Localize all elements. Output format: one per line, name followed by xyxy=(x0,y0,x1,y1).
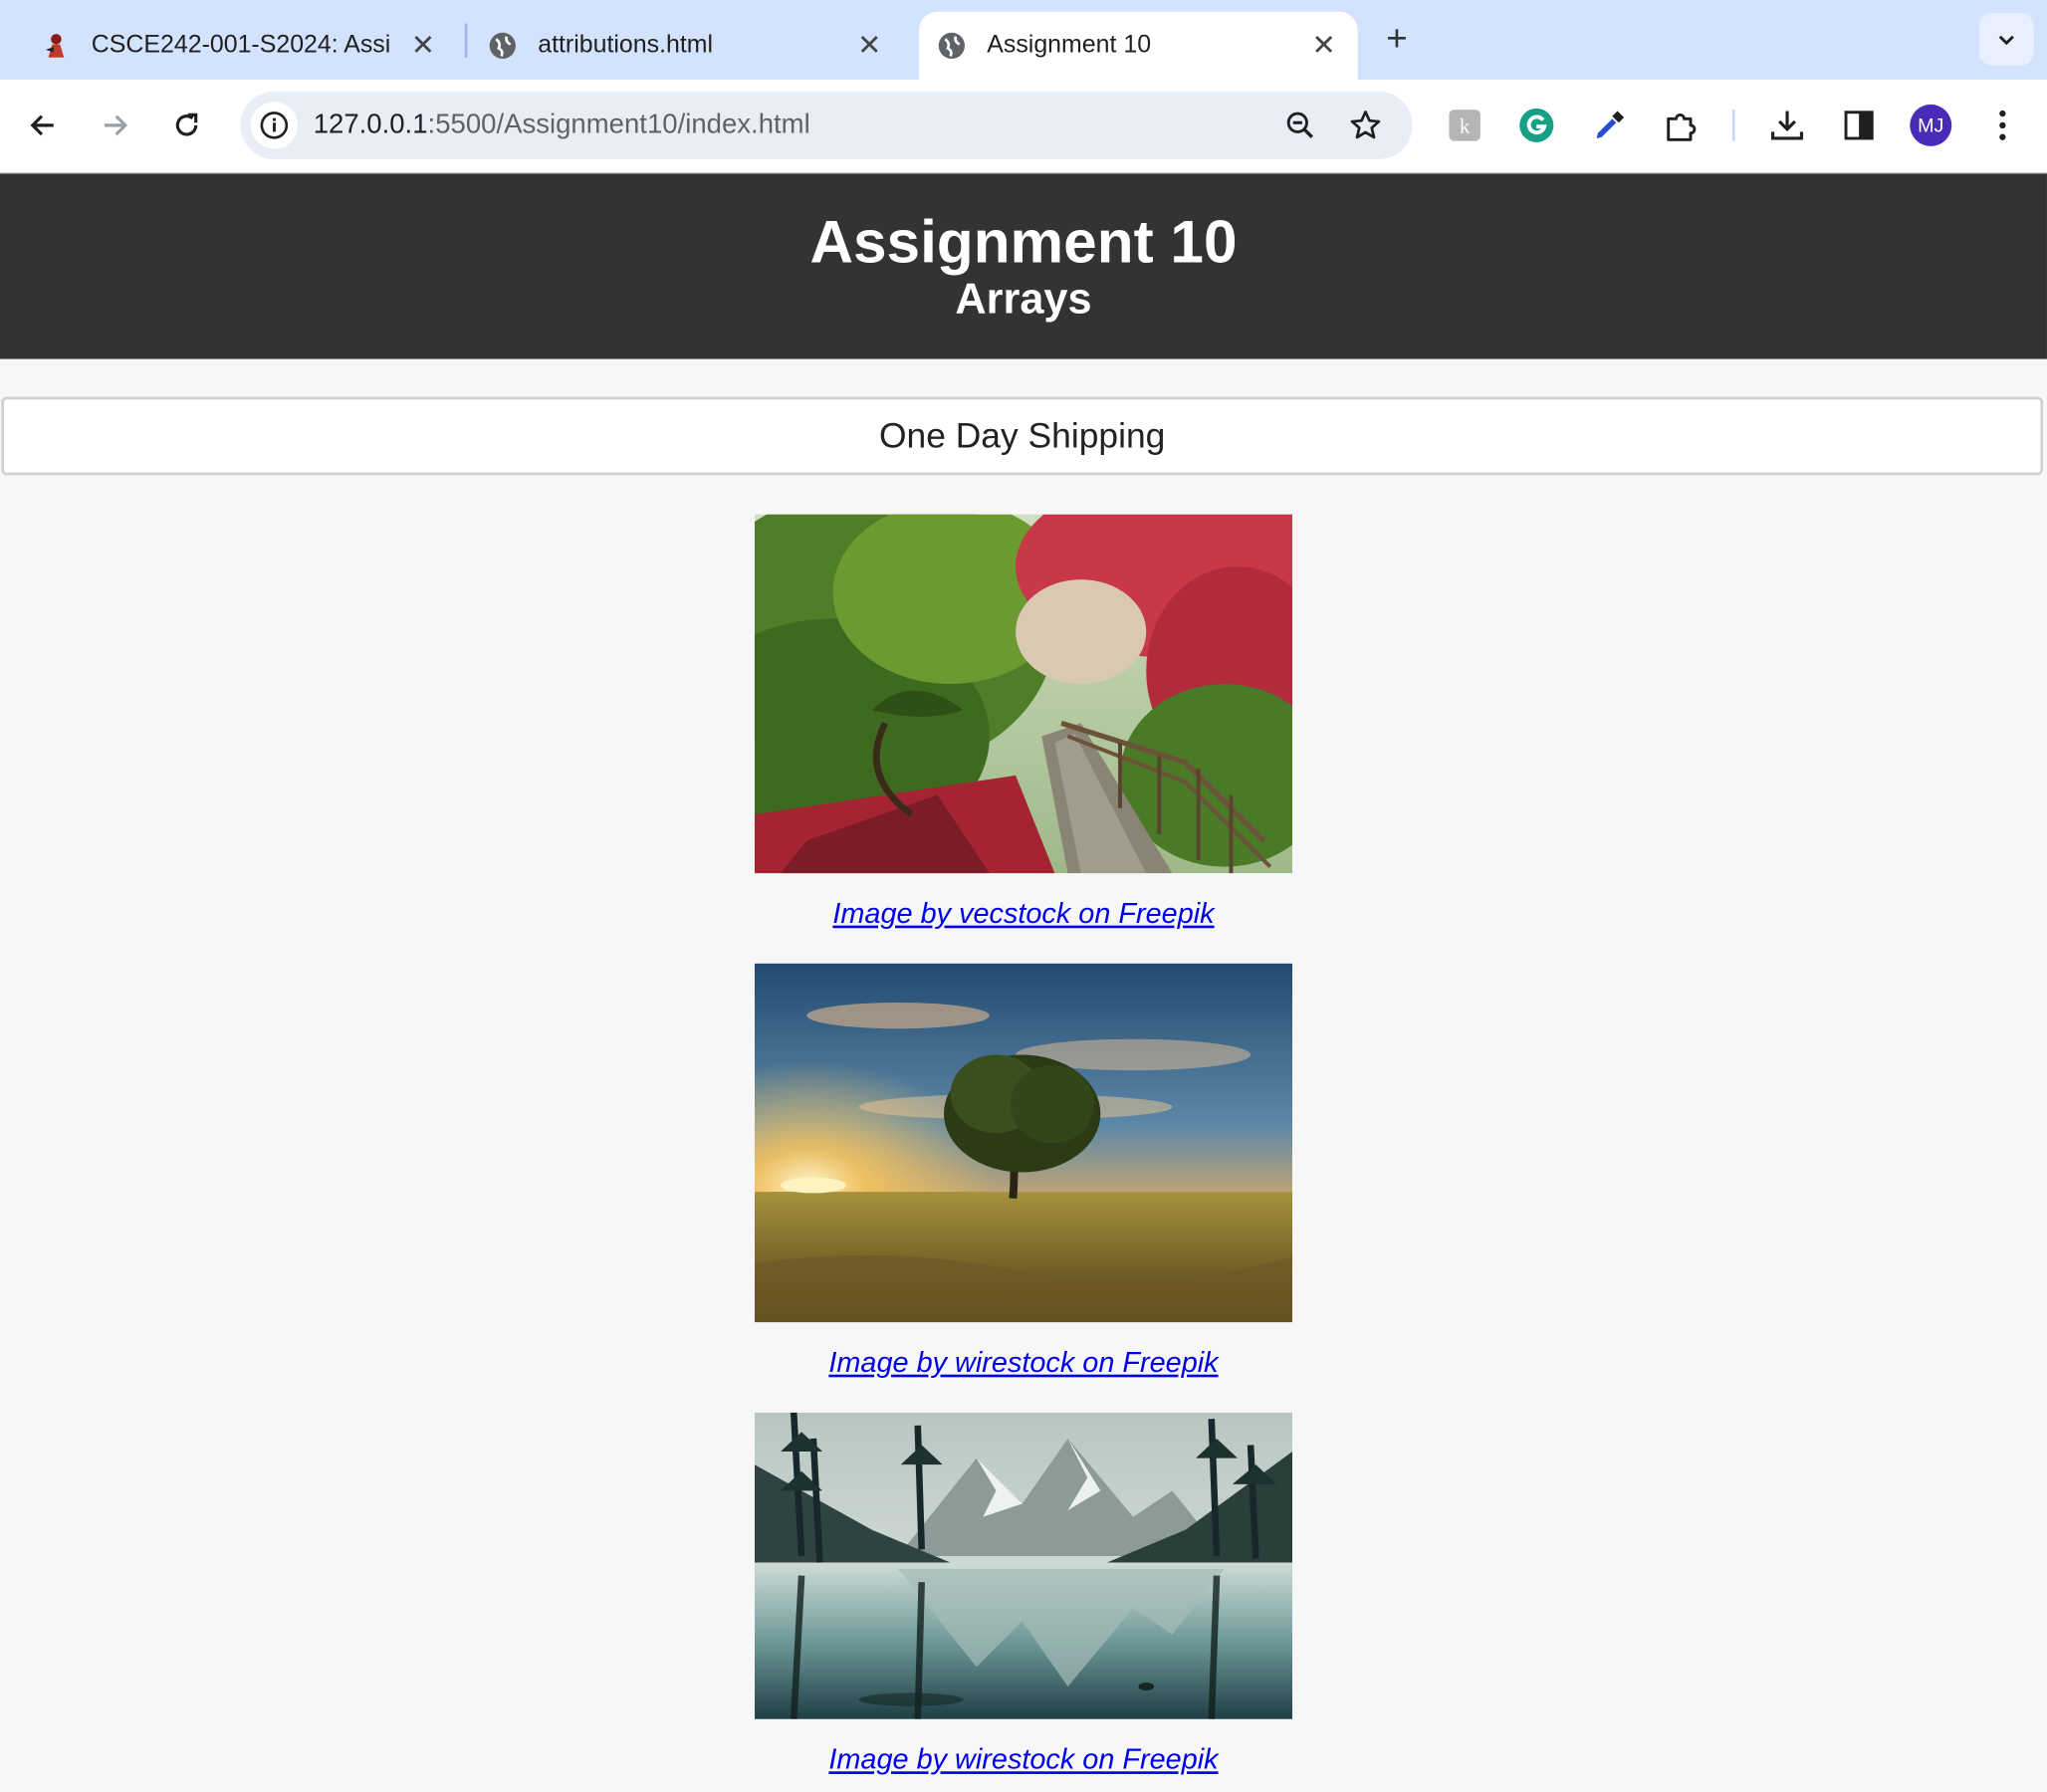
download-icon xyxy=(1771,111,1804,140)
tab-search-button[interactable] xyxy=(1978,13,2034,66)
one-day-shipping-button[interactable]: One Day Shipping xyxy=(1,396,2044,476)
site-info-button[interactable] xyxy=(250,102,298,149)
grammarly-icon xyxy=(1519,108,1554,142)
arrow-left-icon xyxy=(30,114,54,136)
more-vert-icon xyxy=(1999,110,2006,140)
extension-k-icon: k xyxy=(1449,110,1480,141)
garden-path-photo xyxy=(754,514,1293,874)
page-header: Assignment 10 Arrays xyxy=(0,173,2047,359)
zoom-out-icon xyxy=(1286,112,1313,138)
close-icon[interactable]: ✕ xyxy=(407,29,438,63)
forward-button[interactable] xyxy=(93,104,137,148)
image-garden-path xyxy=(754,514,1293,874)
image-caption: Image by vecstock on Freepik xyxy=(0,897,2047,931)
eyedropper-icon xyxy=(1596,111,1625,138)
profile-initials: MJ xyxy=(1918,113,1944,137)
side-panel-icon xyxy=(1844,111,1874,140)
new-tab-button[interactable]: + xyxy=(1379,20,1416,58)
tab-strip: CSCE242-001-S2024: Assi ✕ attributions.h… xyxy=(0,0,2047,80)
svg-text:k: k xyxy=(1460,114,1471,138)
toolbar-separator xyxy=(1731,110,1735,141)
image-caption: Image by wirestock on Freepik xyxy=(0,1742,2047,1776)
browser-menu-button[interactable] xyxy=(1983,106,2022,144)
downloads-button[interactable] xyxy=(1767,106,1806,144)
tab-assignment-10[interactable]: Assignment 10 ✕ xyxy=(919,11,1358,80)
globe-icon xyxy=(489,32,516,60)
globe-icon xyxy=(938,32,965,60)
browser-toolbar: 127.0.0.1:5500/Assignment10/index.html k xyxy=(0,79,2047,174)
url-path: :5500/Assignment10/index.html xyxy=(427,110,810,140)
tab-label: attributions.html xyxy=(538,31,714,60)
reload-button[interactable] xyxy=(164,104,209,148)
url-text: 127.0.0.1:5500/Assignment10/index.html xyxy=(314,110,810,140)
arrow-right-icon xyxy=(104,114,128,136)
tree-sunset-photo xyxy=(754,963,1293,1323)
side-panel-button[interactable] xyxy=(1839,106,1878,144)
attribution-link[interactable]: Image by wirestock on Freepik xyxy=(828,1742,1218,1775)
tab-label: CSCE242-001-S2024: Assi xyxy=(91,31,391,60)
tab-separator xyxy=(464,23,468,58)
reload-icon xyxy=(175,112,198,136)
extension-button[interactable]: k xyxy=(1445,106,1483,144)
page-subtitle: Arrays xyxy=(955,274,1092,323)
course-site-icon xyxy=(45,34,65,58)
color-picker-button[interactable] xyxy=(1590,106,1629,144)
chevron-down-icon xyxy=(1998,35,2014,46)
back-button[interactable] xyxy=(21,104,66,148)
zoom-button[interactable] xyxy=(1282,108,1319,144)
image-mountain-lake xyxy=(754,1412,1293,1719)
grammarly-button[interactable] xyxy=(1517,106,1556,144)
tab-course[interactable]: CSCE242-001-S2024: Assi ✕ xyxy=(42,12,460,80)
bookmark-button[interactable] xyxy=(1347,108,1384,144)
puzzle-icon xyxy=(1667,112,1697,141)
close-icon[interactable]: ✕ xyxy=(854,29,885,63)
image-caption: Image by wirestock on Freepik xyxy=(0,1346,2047,1380)
mountain-lake-photo xyxy=(754,1412,1293,1719)
close-icon[interactable]: ✕ xyxy=(1308,29,1339,63)
attribution-link[interactable]: Image by vecstock on Freepik xyxy=(832,897,1214,930)
extensions-menu-button[interactable] xyxy=(1662,106,1701,144)
page-content: Assignment 10 Arrays One Day Shipping Im… xyxy=(0,173,2047,1792)
tab-attributions[interactable]: attributions.html ✕ xyxy=(488,12,906,80)
url-host: 127.0.0.1 xyxy=(313,110,428,140)
star-icon xyxy=(1350,111,1381,139)
address-bar[interactable]: 127.0.0.1:5500/Assignment10/index.html xyxy=(240,91,1413,159)
info-icon xyxy=(260,112,289,139)
profile-avatar[interactable]: MJ xyxy=(1910,104,1952,146)
tab-label: Assignment 10 xyxy=(987,31,1152,60)
image-tree-sunset xyxy=(754,963,1293,1323)
attribution-link[interactable]: Image by wirestock on Freepik xyxy=(828,1346,1218,1379)
page-title: Assignment 10 xyxy=(809,207,1238,276)
